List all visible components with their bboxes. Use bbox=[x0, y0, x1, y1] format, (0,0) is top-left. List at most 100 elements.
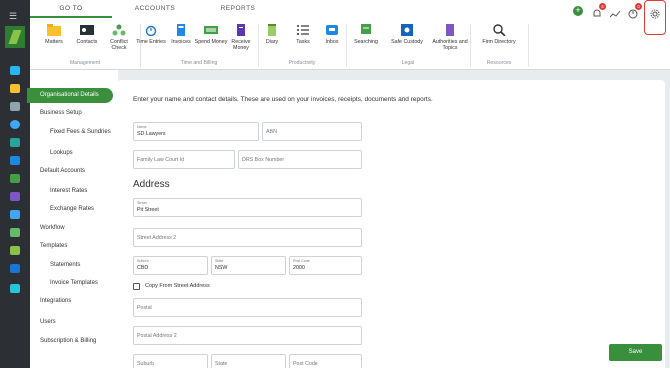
name-field[interactable]: Name SD Lawyers bbox=[133, 122, 259, 141]
nav-subscription-billing[interactable]: Subscription & Billing bbox=[40, 338, 96, 344]
group-resources: Resources bbox=[486, 60, 512, 66]
ribbon-contacts[interactable]: Contacts bbox=[70, 22, 104, 45]
ribbon-authorities-and-topics[interactable]: Authorities and Topics bbox=[432, 22, 468, 51]
pin-icon[interactable] bbox=[10, 228, 20, 237]
postal-suburb-field[interactable]: Suburb bbox=[133, 354, 208, 368]
organisation-form: Enter your name and contact details. The… bbox=[117, 80, 665, 368]
field-value: CBD bbox=[137, 265, 149, 271]
tab-reports[interactable]: REPORTS bbox=[198, 0, 278, 18]
ribbon-matters[interactable]: Matters bbox=[37, 22, 71, 45]
chart-icon[interactable] bbox=[10, 66, 20, 75]
ribbon-searching[interactable]: Searching bbox=[349, 22, 383, 45]
postal-post-code-field[interactable]: Post Code bbox=[289, 354, 362, 368]
chat-icon[interactable] bbox=[10, 246, 20, 255]
field-value: 2000 bbox=[293, 265, 305, 271]
field-label: State bbox=[215, 259, 224, 263]
ribbon-label: Invoices bbox=[171, 39, 191, 45]
nav-users[interactable]: Users bbox=[40, 319, 56, 325]
calculator-icon[interactable] bbox=[10, 156, 20, 165]
gear-icon[interactable] bbox=[650, 6, 660, 19]
copy-from-street-checkbox[interactable] bbox=[133, 283, 140, 290]
state-field[interactable]: State NSW bbox=[211, 256, 286, 275]
field-placeholder: Street Address 2 bbox=[137, 235, 177, 241]
contact-card-icon bbox=[80, 25, 94, 35]
activity-chart-icon[interactable] bbox=[609, 6, 621, 18]
safe-icon[interactable] bbox=[10, 264, 20, 273]
ribbon-firm-directory[interactable]: Firm Directory bbox=[476, 22, 522, 45]
nav-workflow[interactable]: Workflow bbox=[40, 225, 65, 231]
field-placeholder: Family Law Court Id bbox=[137, 157, 185, 163]
ribbon-label: Time Entries bbox=[136, 39, 166, 45]
nav-invoice-templates[interactable]: Invoice Templates bbox=[50, 280, 98, 286]
task-list-icon bbox=[297, 25, 309, 35]
timer-badge: 0 bbox=[635, 3, 642, 10]
postal-state-field[interactable]: State bbox=[211, 354, 286, 368]
ribbon-label: Authorities and Topics bbox=[432, 39, 468, 51]
ribbon-safe-custody[interactable]: Safe Custody bbox=[388, 22, 426, 45]
nav-organisational-details[interactable]: Organisational Details bbox=[27, 88, 113, 103]
bell-icon[interactable]: 4 bbox=[592, 3, 606, 17]
settings-sidebar: Organisational Details Business Setup Fi… bbox=[27, 70, 118, 368]
ribbon-conflict-check[interactable]: Conflict Check bbox=[102, 22, 136, 51]
cash-icon[interactable] bbox=[10, 174, 20, 183]
tab-accounts[interactable]: ACCOUNTS bbox=[112, 0, 198, 18]
stopwatch-icon bbox=[145, 25, 157, 36]
ribbon-diary[interactable]: Diary bbox=[255, 22, 289, 45]
form-intro: Enter your name and contact details. The… bbox=[133, 96, 433, 103]
ribbon-spend-money[interactable]: Spend Money bbox=[194, 22, 228, 45]
family-law-court-id-field[interactable]: Family Law Court Id bbox=[133, 150, 235, 169]
document-icon[interactable] bbox=[10, 192, 20, 201]
search-doc-icon bbox=[361, 24, 371, 34]
postal-address-2-field[interactable]: Postal Address 2 bbox=[133, 326, 362, 345]
app-logo[interactable] bbox=[5, 26, 25, 48]
postal-field[interactable]: Postal bbox=[133, 298, 362, 317]
tab-go-to[interactable]: GO TO bbox=[30, 0, 112, 18]
notification-badge: 4 bbox=[599, 3, 606, 10]
street-address-2-field[interactable]: Street Address 2 bbox=[133, 228, 362, 247]
book-icon bbox=[446, 24, 454, 36]
top-bar: GO TO ACCOUNTS REPORTS + 4 0 Matters Con… bbox=[30, 0, 670, 70]
abn-field[interactable]: ABN bbox=[262, 122, 362, 141]
clock-icon[interactable] bbox=[10, 120, 20, 129]
nav-templates[interactable]: Templates bbox=[40, 243, 67, 249]
field-label: Name bbox=[137, 125, 147, 129]
mail-icon[interactable] bbox=[10, 210, 20, 219]
inbox-icon bbox=[326, 25, 338, 35]
field-placeholder: Postal Address 2 bbox=[137, 333, 177, 339]
field-value: NSW bbox=[215, 265, 228, 271]
nav-fixed-fees-sundries[interactable]: Fixed Fees & Sundries bbox=[50, 129, 111, 135]
address-heading: Address bbox=[133, 179, 170, 190]
building-icon[interactable] bbox=[10, 284, 20, 293]
nav-business-setup[interactable]: Business Setup bbox=[40, 110, 82, 116]
contact-card-icon[interactable] bbox=[10, 102, 20, 111]
org-chart-icon bbox=[112, 24, 126, 36]
ribbon-invoices[interactable]: Invoices bbox=[164, 22, 198, 45]
field-value: Pit Street bbox=[137, 207, 159, 213]
ribbon-time-entries[interactable]: Time Entries bbox=[134, 22, 168, 45]
street-field[interactable]: Street Pit Street bbox=[133, 198, 362, 217]
field-value: SD Lawyers bbox=[137, 131, 166, 137]
nav-exchange-rates[interactable]: Exchange Rates bbox=[50, 206, 94, 212]
notepad-icon bbox=[268, 24, 276, 36]
calendar-icon[interactable] bbox=[10, 138, 20, 147]
nav-integrations[interactable]: Integrations bbox=[40, 298, 71, 304]
nav-lookups[interactable]: Lookups bbox=[50, 150, 73, 156]
field-label: Suburb bbox=[137, 259, 149, 263]
field-placeholder: DRS Box Number bbox=[242, 157, 285, 163]
suburb-field[interactable]: Suburb CBD bbox=[133, 256, 208, 275]
ribbon-inbox[interactable]: Inbox bbox=[315, 22, 349, 45]
nav-interest-rates[interactable]: Interest Rates bbox=[50, 188, 87, 194]
drs-box-number-field[interactable]: DRS Box Number bbox=[238, 150, 362, 169]
nav-default-accounts[interactable]: Default Accounts bbox=[40, 168, 85, 174]
nav-statements[interactable]: Statements bbox=[50, 262, 80, 268]
add-icon[interactable]: + bbox=[573, 6, 583, 16]
ribbon-receive-money[interactable]: Receive Money bbox=[224, 22, 258, 51]
ribbon-label: Matters bbox=[45, 39, 63, 45]
timer-icon[interactable]: 0 bbox=[628, 3, 642, 19]
field-placeholder: Post Code bbox=[293, 361, 318, 367]
post-code-field[interactable]: Post Code 2000 bbox=[289, 256, 362, 275]
save-button[interactable]: Save bbox=[609, 344, 662, 361]
hamburger-menu-icon[interactable]: ☰ bbox=[9, 12, 17, 21]
folder-icon[interactable] bbox=[10, 84, 20, 93]
group-management: Management bbox=[69, 60, 101, 66]
